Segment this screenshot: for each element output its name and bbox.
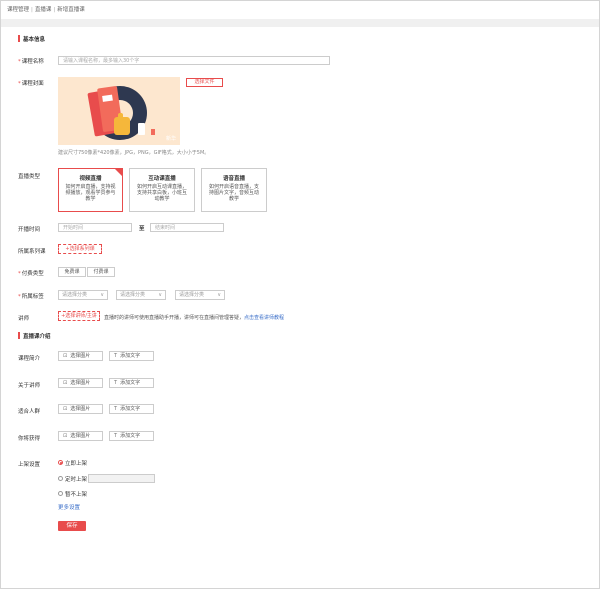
publish-label: 上架设置: [18, 462, 41, 468]
intro-image-button[interactable]: ⊡ 选择图片: [58, 378, 103, 388]
intro-image-button[interactable]: ⊡ 选择图片: [58, 351, 103, 361]
publish-scheduled-radio[interactable]: [58, 476, 63, 481]
save-button[interactable]: 保存: [58, 521, 86, 531]
top-bar: 课程管理 | 直播课 | 新增直播课: [1, 1, 599, 19]
live-type-desc: 如何开启直播，支持视频播放，观看学员参与教学: [65, 184, 116, 202]
choose-file-button[interactable]: 选择文件: [186, 78, 223, 87]
text-icon: T: [114, 433, 118, 439]
cover-badge: 新华: [165, 136, 176, 142]
breadcrumb-item[interactable]: 直播课: [35, 7, 52, 13]
intro-text-button[interactable]: T 添加文字: [109, 351, 154, 361]
cover-illustration-icon: [58, 77, 180, 145]
time-label: 开播时间: [18, 227, 41, 233]
header-divider: [1, 19, 599, 27]
more-settings-link[interactable]: 更多设置: [58, 503, 80, 511]
live-type-title: 语音直播: [222, 176, 245, 182]
text-icon: T: [114, 380, 118, 386]
live-type-label: 直播类型: [18, 174, 41, 180]
course-name-label: 课程名称: [18, 57, 44, 65]
section-title-basic: 基本信息: [18, 35, 45, 43]
live-type-card-audio[interactable]: 语音直播 如何开启语音直播，支持图片文字，音频互动教学: [201, 168, 267, 212]
text-icon: T: [114, 353, 118, 359]
live-type-desc: 如何开启语音直播，支持图片文字，音频互动教学: [208, 184, 259, 202]
image-icon: ⊡: [63, 380, 68, 386]
pay-type-paid[interactable]: 付费课: [87, 267, 115, 277]
intro-image-button[interactable]: ⊡ 选择图片: [58, 431, 103, 441]
lecturer-label: 讲师: [18, 316, 30, 322]
pay-type-label: 付费类型: [18, 269, 44, 277]
choose-series-button[interactable]: +选择系列课: [58, 244, 102, 254]
publish-later-radio[interactable]: [58, 491, 63, 496]
cover-image[interactable]: 新华: [58, 77, 180, 145]
breadcrumb-current: 新增直播课: [57, 7, 85, 13]
lecturer-hint: 直播时的讲师可使用直播助手开播，讲师可在直播间管理答疑，点击查看讲师教程: [104, 315, 285, 321]
intro-row-label: 适合人群: [18, 409, 41, 415]
publish-option-label: 立即上架: [65, 461, 88, 467]
breadcrumb-item[interactable]: 课程管理: [7, 7, 29, 13]
publish-option-label: 定时上架: [65, 477, 88, 483]
choose-lecturer-button[interactable]: +选择讲师/主讲: [58, 311, 100, 321]
text-icon: T: [114, 406, 118, 412]
section-title-intro: 直播课介绍: [18, 332, 51, 340]
image-icon: ⊡: [63, 353, 68, 359]
chevron-down-icon: ∨: [100, 292, 104, 298]
end-time-input[interactable]: 结束时间: [150, 223, 224, 232]
category-label: 所属标签: [18, 292, 44, 300]
course-name-input[interactable]: 请输入课程名称，最多输入30个字: [58, 56, 330, 65]
category-select-2[interactable]: 请选择分类 ∨: [116, 290, 166, 300]
live-type-title: 视频直播: [79, 176, 102, 182]
lecturer-tutorial-link[interactable]: 点击查看讲师教程: [244, 315, 284, 321]
publish-option-label: 暂不上架: [65, 492, 88, 498]
live-type-card-interactive[interactable]: 互动课直播 如何开启互动课直播，支持共享白板，小班互动教学: [129, 168, 195, 212]
start-time-input[interactable]: 开始时间: [58, 223, 132, 232]
series-label: 所属系列课: [18, 249, 46, 255]
intro-text-button[interactable]: T 添加文字: [109, 431, 154, 441]
live-type-title: 互动课直播: [148, 176, 176, 182]
intro-text-button[interactable]: T 添加文字: [109, 404, 154, 414]
cover-hint: 建议尺寸750像素*420像素，JPG，PNG，GIF格式，大小小于5M。: [58, 150, 210, 156]
image-icon: ⊡: [63, 433, 68, 439]
publish-time-input[interactable]: [88, 474, 155, 483]
breadcrumb: 课程管理 | 直播课 | 新增直播课: [7, 7, 85, 13]
category-select-1[interactable]: 请选择分类 ∨: [58, 290, 108, 300]
intro-image-button[interactable]: ⊡ 选择图片: [58, 404, 103, 414]
time-separator: 至: [139, 226, 145, 232]
live-type-desc: 如何开启互动课直播，支持共享白板，小班互动教学: [136, 184, 187, 202]
intro-row-label: 课程简介: [18, 356, 41, 362]
chevron-down-icon: ∨: [217, 292, 221, 298]
intro-row-label: 关于讲师: [18, 383, 41, 389]
image-icon: ⊡: [63, 406, 68, 412]
category-select-3[interactable]: 请选择分类 ∨: [175, 290, 225, 300]
publish-now-radio[interactable]: [58, 460, 63, 465]
intro-text-button[interactable]: T 添加文字: [109, 378, 154, 388]
intro-row-label: 你将获得: [18, 436, 41, 442]
cover-label: 课程封面: [18, 79, 44, 87]
pay-type-free[interactable]: 免费课: [58, 267, 86, 277]
chevron-down-icon: ∨: [158, 292, 162, 298]
live-type-card-video[interactable]: 视频直播 如何开启直播，支持视频播放，观看学员参与教学: [58, 168, 123, 212]
